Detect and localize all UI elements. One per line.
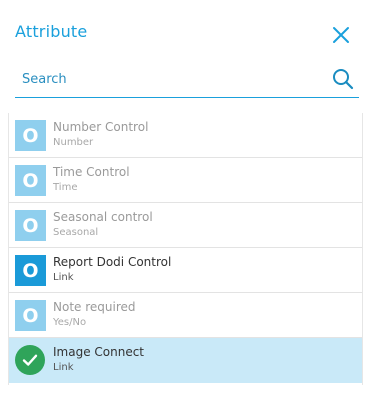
list-item[interactable]: O Note required Yes/No: [9, 293, 362, 338]
list-item[interactable]: O Number Control Number: [9, 113, 362, 158]
list-item[interactable]: O Seasonal control Seasonal: [9, 203, 362, 248]
attribute-badge: O: [15, 165, 46, 196]
item-type: Seasonal: [53, 227, 99, 238]
search-button[interactable]: [331, 67, 355, 91]
item-name: Time Control: [53, 165, 130, 179]
close-icon: [333, 27, 349, 43]
attribute-badge: O: [15, 300, 46, 331]
attribute-list: O Number Control Number O Time Control T…: [8, 113, 363, 385]
item-name: Seasonal control: [53, 210, 153, 224]
item-type: Link: [53, 272, 74, 283]
attribute-badge: O: [15, 255, 46, 286]
list-item[interactable]: O Report Dodi Control Link: [9, 248, 362, 293]
item-type: Yes/No: [53, 317, 87, 328]
dialog-title: Attribute: [15, 22, 88, 41]
list-item[interactable]: O Time Control Time: [9, 158, 362, 203]
item-name: Number Control: [53, 120, 149, 134]
close-button[interactable]: [330, 24, 352, 46]
check-icon: [15, 345, 45, 375]
search-icon: [333, 69, 354, 90]
item-name: Image Connect: [53, 345, 145, 359]
item-name: Note required: [53, 300, 136, 314]
item-type: Time: [53, 182, 78, 193]
item-type: Link: [53, 362, 74, 373]
search-input[interactable]: [15, 62, 320, 96]
item-type: Number: [53, 137, 94, 148]
attribute-badge: O: [15, 120, 46, 151]
search-bar: [15, 62, 359, 98]
dialog-header: Attribute: [0, 0, 375, 62]
attribute-badge: O: [15, 210, 46, 241]
list-item-selected[interactable]: Image Connect Link: [9, 338, 362, 383]
item-name: Report Dodi Control: [53, 255, 172, 269]
